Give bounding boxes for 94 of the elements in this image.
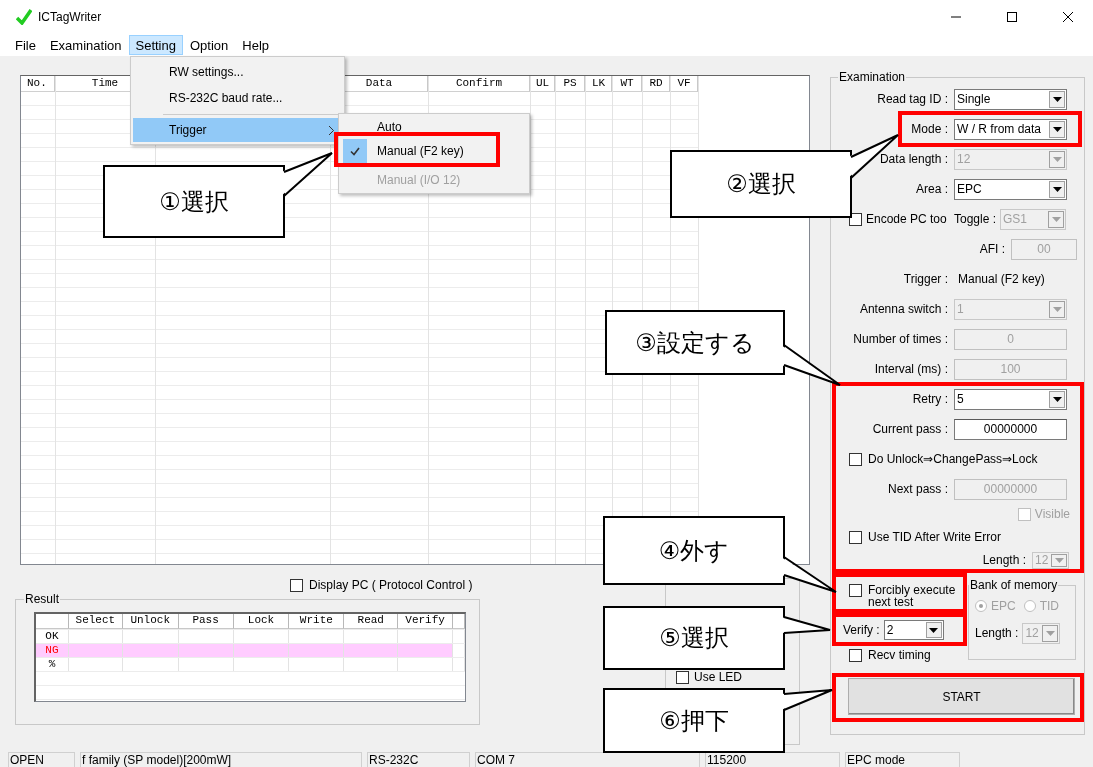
column-header: RD [643, 76, 670, 92]
column-header: No. [21, 76, 55, 92]
caret-icon [1052, 306, 1062, 312]
field-label: Antenna switch : [858, 302, 949, 316]
dropdown[interactable]: W / R from data [954, 118, 1067, 140]
maximize-icon [1007, 12, 1017, 22]
dropdown[interactable]: 2 [883, 620, 944, 640]
callout-tail [281, 152, 333, 197]
checkbox-label: Display PC ( Protocol Control ) [309, 578, 473, 592]
check-icon [350, 146, 360, 156]
checkbox-label: Do Unlock⇒ChangePass⇒Lock [868, 452, 1038, 466]
column-header: Unlock [122, 614, 179, 629]
callout: ⑥押下 [603, 688, 785, 753]
checkbox[interactable] [849, 584, 862, 597]
caret-icon [1052, 186, 1062, 192]
callout: ⑤選択 [603, 606, 785, 670]
callout-tail [781, 616, 831, 634]
menu-item[interactable]: Option [183, 35, 236, 55]
dropdown[interactable]: EPC [954, 178, 1067, 200]
column-header: Pass [178, 614, 234, 629]
status-cell: RS-232C [367, 752, 470, 767]
checkbox[interactable] [849, 648, 862, 662]
field-label: Retry : [911, 392, 949, 406]
column-header: Read [344, 614, 399, 629]
menu-item[interactable]: Setting [128, 35, 183, 55]
caret-icon [1054, 557, 1064, 563]
field-label: Number of times : [852, 332, 949, 346]
menu-item[interactable]: Help [235, 35, 277, 55]
menu-item[interactable]: Examination [42, 35, 129, 55]
status-cell: EPC mode [845, 752, 960, 767]
checkbox[interactable] [290, 578, 303, 592]
callout: ④外す [603, 516, 785, 585]
checkbox-label: Forcibly execute next test [868, 584, 957, 608]
field-label: Read tag ID : [876, 92, 949, 106]
checkbox[interactable] [849, 530, 862, 544]
column-header: Lock [233, 614, 290, 629]
start-button[interactable]: START [848, 678, 1075, 715]
column-header: LK [586, 76, 612, 92]
field-label: Area : [915, 182, 949, 196]
callout: ③設定する [605, 310, 785, 375]
checkbox[interactable] [676, 670, 689, 684]
radio-label: TID [1039, 599, 1060, 613]
caret-icon [1051, 216, 1061, 222]
column-header: Confirm [429, 76, 530, 92]
dropdown[interactable]: Single [954, 88, 1067, 110]
caret-icon [1052, 156, 1062, 162]
dropdown[interactable]: 5 [954, 388, 1067, 410]
field-label: Interval (ms) : [873, 362, 949, 376]
callout: ②選択 [670, 150, 852, 218]
group-title: Result [24, 592, 60, 606]
field-label: Mode : [910, 122, 949, 136]
callout: ①選択 [103, 165, 285, 238]
field-label: Next pass : [886, 482, 949, 496]
group-title: Bank of memory [969, 578, 1059, 592]
row-label: OK [36, 630, 69, 643]
field-label: Verify : [843, 623, 880, 637]
column-header: Write [289, 614, 345, 629]
caret-icon [1052, 126, 1062, 132]
field-label: Length : [981, 553, 1027, 567]
field-label: Length : [975, 626, 1019, 640]
field-label: Trigger : [902, 272, 949, 286]
checkbox-label: Visible [1034, 507, 1070, 521]
field-label: Data length : [878, 152, 949, 166]
caret-icon [1045, 630, 1055, 636]
column-header: UL [531, 76, 555, 92]
row-label: NG [36, 644, 69, 657]
app-logo-icon [16, 9, 32, 25]
checkbox[interactable] [849, 452, 862, 466]
checkbox-label: Use TID After Write Error [868, 530, 1001, 544]
caret-icon [1052, 396, 1062, 402]
menu-item[interactable]: File [8, 35, 43, 55]
window-title: ICTagWriter [38, 10, 103, 24]
radio-label: EPC [991, 599, 1016, 613]
text-field[interactable]: 00000000 [954, 418, 1067, 440]
checkbox-label: Encode PC too [866, 212, 948, 226]
trigger-value: Manual (F2 key) [957, 272, 1045, 286]
caret-icon [1052, 96, 1062, 102]
row-label: % [36, 658, 69, 671]
column-header: WT [613, 76, 642, 92]
checkbox-label: Recv timing [868, 648, 931, 662]
group-title: Examination [838, 70, 907, 84]
callout-tail [781, 689, 833, 711]
column-header: Select [68, 614, 123, 629]
status-cell: f family (SP model)[200mW] [80, 752, 362, 767]
close-icon [1063, 12, 1073, 22]
field-label: Toggle : [954, 212, 997, 226]
field-label: Current pass : [871, 422, 949, 436]
column-header: Verify [398, 614, 454, 629]
caret-icon [929, 627, 939, 633]
checkbox-label: Use LED [694, 671, 743, 683]
column-header: VF [671, 76, 698, 92]
status-cell: OPEN [8, 752, 75, 767]
field-label: AFI : [978, 242, 1006, 256]
column-header: PS [556, 76, 585, 92]
